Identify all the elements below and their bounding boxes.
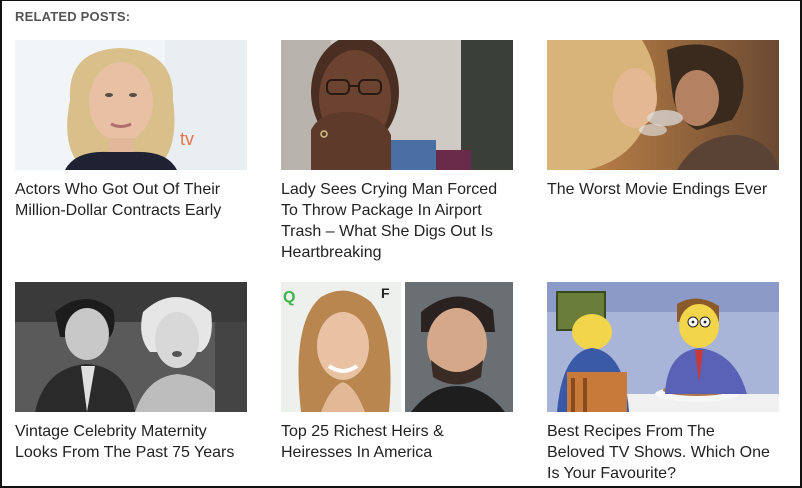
actress-portrait-image: tv [15,40,247,170]
related-post-card-1[interactable]: tv Actors Who Got Out Of Their Million-D… [15,40,247,221]
post-title-2[interactable]: Lady Sees Crying Man Forced To Throw Pac… [281,179,513,263]
related-post-card-5[interactable]: Q F Top 25 Richest Heirs & Heiresses In … [281,282,513,463]
vintage-couple-photo-image [15,282,247,412]
post-title-3[interactable]: The Worst Movie Endings Ever [547,179,779,200]
post-title-4[interactable]: Vintage Celebrity Maternity Looks From T… [15,421,247,463]
post-thumbnail-4[interactable] [15,282,247,412]
post-title-6[interactable]: Best Recipes From The Beloved TV Shows. … [547,421,779,484]
related-post-card-6[interactable]: Best Recipes From The Beloved TV Shows. … [547,282,779,484]
post-thumbnail-1[interactable]: tv [15,40,247,170]
post-title-1[interactable]: Actors Who Got Out Of Their Million-Doll… [15,179,247,221]
related-post-card-2[interactable]: Lady Sees Crying Man Forced To Throw Pac… [281,40,513,263]
cartoon-dinner-scene-image [547,282,779,412]
post-title-5[interactable]: Top 25 Richest Heirs & Heiresses In Amer… [281,421,513,463]
related-posts-widget: RELATED POSTS: tv Actors Who Got Out Of … [0,0,802,488]
post-thumbnail-2[interactable] [281,40,513,170]
svg-text:F: F [381,285,390,301]
svg-text:tv: tv [180,129,194,149]
svg-text:Q: Q [283,289,295,306]
heirs-portraits-image: Q F [281,282,513,412]
woman-covering-mouth-image [281,40,513,170]
post-thumbnail-5[interactable]: Q F [281,282,513,412]
related-post-card-4[interactable]: Vintage Celebrity Maternity Looks From T… [15,282,247,463]
post-thumbnail-3[interactable] [547,40,779,170]
movie-scene-image [547,40,779,170]
related-post-card-3[interactable]: The Worst Movie Endings Ever [547,40,779,200]
post-thumbnail-6[interactable] [547,282,779,412]
section-heading: RELATED POSTS: [15,9,131,24]
